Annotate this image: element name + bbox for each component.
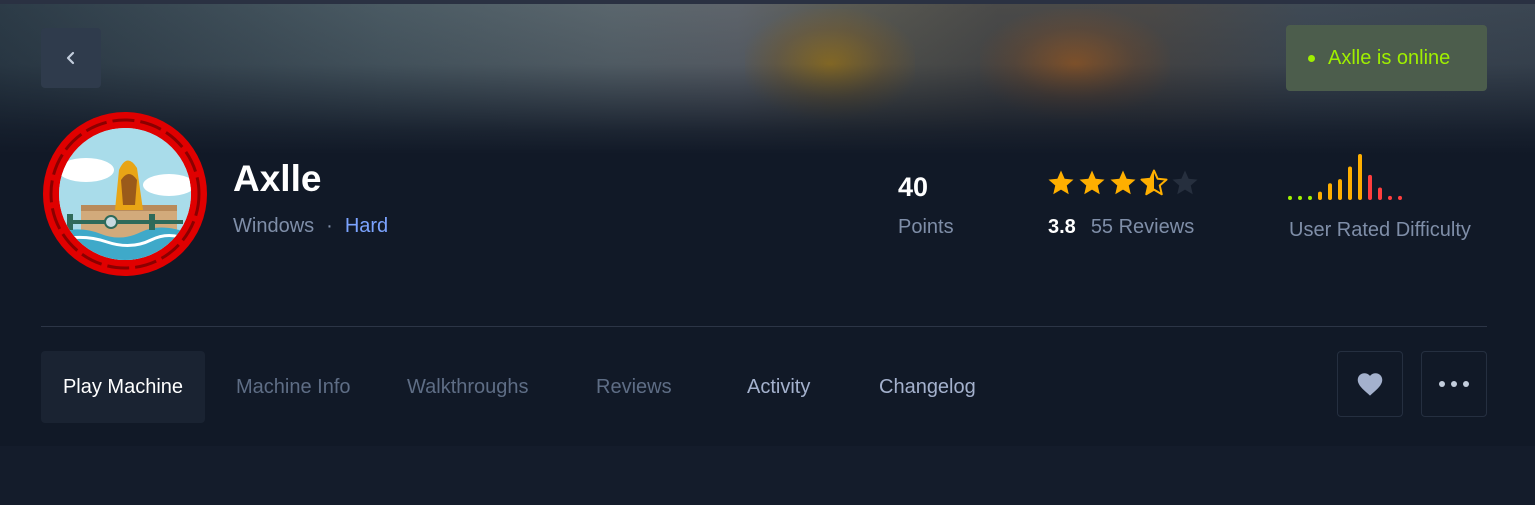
meta-separator: ·: [326, 215, 333, 237]
difficulty-bar: [1348, 166, 1352, 200]
tab-activity[interactable]: Activity: [747, 351, 810, 423]
difficulty-bar: [1368, 174, 1372, 200]
divider: [41, 326, 1487, 327]
rating-value: 3.8: [1048, 216, 1076, 238]
star-icon-half: [1140, 169, 1168, 196]
difficulty-bar: [1358, 154, 1362, 200]
tab-play-machine[interactable]: Play Machine: [41, 351, 205, 423]
tab-changelog[interactable]: Changelog: [879, 351, 976, 423]
chevron-left-icon: [66, 51, 75, 65]
tab-reviews[interactable]: Reviews: [596, 351, 672, 423]
more-options-button[interactable]: [1421, 351, 1487, 417]
star-icon-full: [1110, 170, 1136, 195]
rating-row: 3.8 55 Reviews: [1048, 216, 1194, 239]
machine-name: Axlle: [233, 158, 322, 199]
difficulty-bar: [1378, 187, 1382, 200]
difficulty-bar: [1328, 183, 1332, 200]
machine-difficulty: Hard: [344, 215, 389, 237]
machine-header: Axlle is online Axlle Windows · Hard 40 …: [0, 4, 1535, 446]
more-horizontal-icon: [1439, 381, 1469, 387]
heart-icon: [1357, 373, 1383, 396]
difficulty-bar: [1298, 195, 1302, 200]
difficulty-bar: [1308, 195, 1312, 200]
rating-stars: [1046, 168, 1200, 198]
machine-os: Windows: [233, 215, 315, 237]
difficulty-label: User Rated Difficulty: [1289, 219, 1471, 241]
back-button[interactable]: [41, 28, 101, 88]
difficulty-bar: [1398, 195, 1402, 200]
points-label: Points: [898, 216, 954, 238]
star-icon-full: [1079, 170, 1105, 195]
favorite-button[interactable]: [1337, 351, 1403, 417]
online-indicator-dot: [1308, 54, 1315, 62]
difficulty-bar: [1318, 191, 1322, 200]
machine-meta: Windows · Hard: [233, 215, 388, 238]
tab-walkthroughs[interactable]: Walkthroughs: [407, 351, 529, 423]
star-icon-full: [1048, 170, 1074, 195]
online-status-text: Axlle is online: [1328, 46, 1451, 69]
reviews-count: 55 Reviews: [1090, 216, 1195, 238]
machine-avatar: [41, 110, 209, 278]
difficulty-bar: [1388, 195, 1392, 200]
points-value: 40: [898, 172, 929, 202]
user-difficulty-chart: [1288, 154, 1402, 200]
online-status-badge: Axlle is online: [1286, 25, 1487, 91]
difficulty-bar: [1288, 195, 1292, 200]
difficulty-bar: [1338, 179, 1342, 200]
star-icon-empty: [1172, 170, 1198, 195]
tab-machine-info[interactable]: Machine Info: [236, 351, 351, 423]
